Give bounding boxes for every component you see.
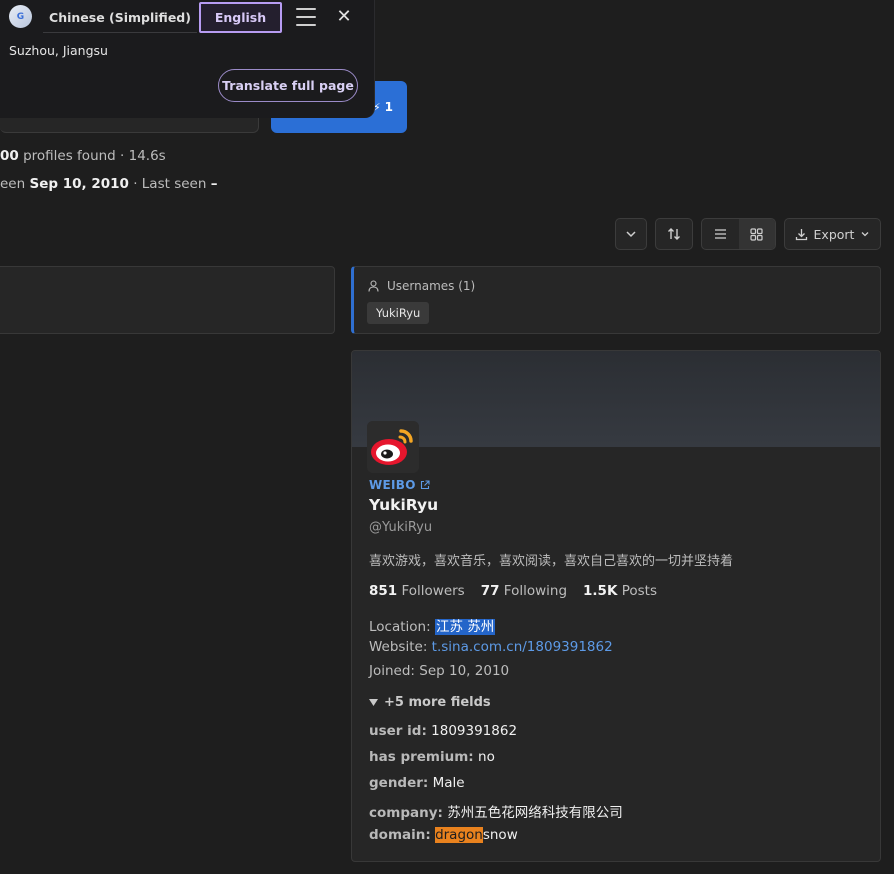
- grid-icon: [750, 227, 763, 241]
- translate-full-page-button[interactable]: Translate full page: [218, 69, 358, 102]
- external-link-icon: [420, 480, 430, 490]
- export-label: Export: [813, 226, 855, 242]
- chevron-down-icon: [626, 231, 636, 238]
- weibo-logo: [367, 421, 419, 473]
- usernames-card: Usernames (1) YukiRyu: [351, 266, 881, 334]
- profile-counts: 851 Followers 77 Following 1.5K Posts: [369, 583, 657, 599]
- collapse-button[interactable]: [615, 218, 647, 250]
- field-user-id: user id: 1809391862: [369, 723, 518, 739]
- field-gender: gender: Male: [369, 775, 465, 791]
- posts-count: 1.5K Posts: [583, 583, 657, 599]
- grid-view-button[interactable]: [738, 219, 775, 249]
- location-field: Location: 江苏 苏州: [369, 619, 496, 635]
- usernames-title: Usernames (1): [368, 279, 475, 293]
- export-button[interactable]: Export: [784, 218, 881, 250]
- view-toggle: [701, 218, 776, 250]
- download-icon: [795, 228, 807, 240]
- source-language-tab[interactable]: Chinese (Simplified): [43, 2, 197, 33]
- search-button-count: 1: [384, 100, 393, 114]
- field-domain: domain: dragonsnow: [369, 827, 518, 843]
- google-translate-icon: G: [9, 5, 32, 28]
- chevron-down-icon: [861, 232, 869, 237]
- sort-icon: [668, 228, 680, 240]
- list-icon: [714, 229, 726, 239]
- website-link[interactable]: t.sina.com.cn/1809391862: [432, 639, 613, 655]
- platform-link[interactable]: WEIBO: [369, 478, 430, 492]
- profile-card: WEIBO YukiRyu @YukiRyu 喜欢游戏，喜欢音乐，喜欢阅读，喜欢…: [351, 350, 881, 862]
- triangle-down-icon: [369, 698, 378, 706]
- translate-popup: G Chinese (Simplified) English ✕ Suzhou,…: [0, 0, 375, 118]
- menu-icon[interactable]: [296, 8, 316, 26]
- username-chip[interactable]: YukiRyu: [367, 302, 430, 324]
- results-stats: 00 profiles found · 14.6s: [0, 148, 166, 164]
- list-view-button[interactable]: [702, 219, 739, 249]
- target-language-tab[interactable]: English: [199, 2, 282, 33]
- close-icon[interactable]: ✕: [335, 7, 353, 27]
- profile-banner: [352, 351, 880, 447]
- profile-handle: @YukiRyu: [369, 520, 433, 535]
- profile-name: YukiRyu: [369, 496, 439, 514]
- more-fields-toggle[interactable]: +5 more fields: [369, 695, 491, 710]
- following-count: 77 Following: [480, 583, 568, 599]
- sort-button[interactable]: [655, 218, 693, 250]
- field-has-premium: has premium: no: [369, 749, 495, 765]
- followers-count: 851 Followers: [369, 583, 465, 599]
- joined-field: Joined: Sep 10, 2010: [369, 663, 510, 679]
- translated-text: Suzhou, Jiangsu: [9, 43, 108, 58]
- profile-bio: 喜欢游戏，喜欢音乐，喜欢阅读，喜欢自己喜欢的一切并坚持着: [369, 554, 734, 569]
- weibo-icon: [367, 421, 419, 473]
- field-company: company: 苏州五色花网络科技有限公司: [369, 805, 623, 821]
- seen-stats: een Sep 10, 2010 · Last seen –: [0, 176, 218, 192]
- left-panel: [0, 266, 335, 334]
- website-field: Website: t.sina.com.cn/1809391862: [369, 639, 613, 655]
- user-icon: [368, 280, 379, 292]
